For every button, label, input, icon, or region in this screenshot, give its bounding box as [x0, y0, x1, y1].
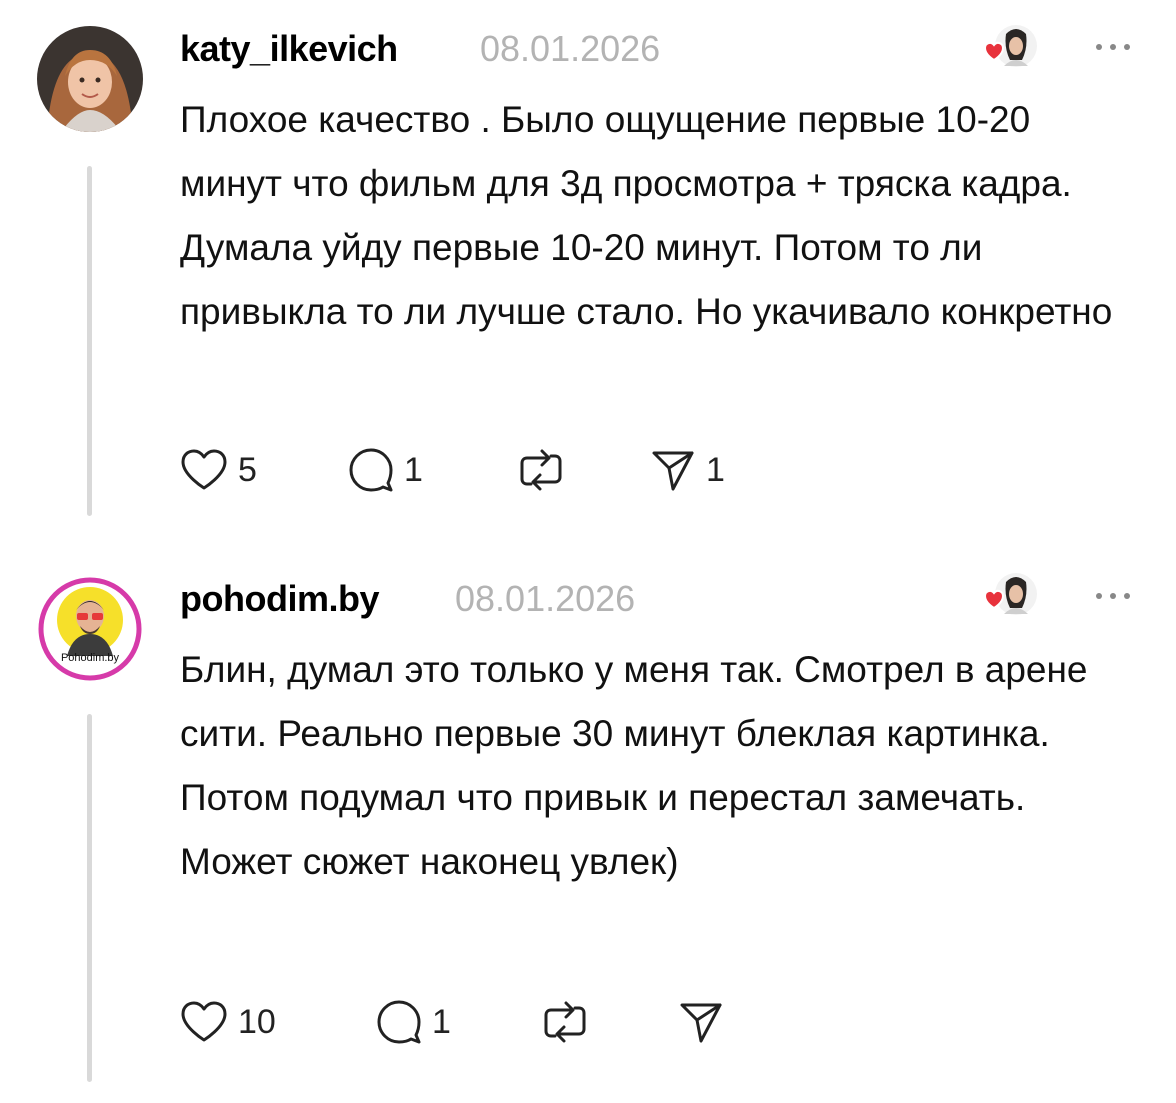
- username[interactable]: pohodim.by: [180, 578, 379, 620]
- share-count: 1: [706, 450, 725, 489]
- repost-button[interactable]: [518, 445, 574, 495]
- avatar-label: Pohodim.by: [60, 652, 120, 664]
- like-button[interactable]: 5: [180, 445, 257, 495]
- avatar-photo: [37, 26, 143, 132]
- liked-by-author-indicator: [970, 22, 1040, 78]
- thread-line: [87, 166, 92, 516]
- repost-button[interactable]: [542, 997, 598, 1047]
- post-text: Плохое качество . Было ощущение первые 1…: [180, 99, 1113, 332]
- send-icon: [652, 451, 694, 491]
- like-count: 10: [238, 1002, 276, 1041]
- send-icon: [680, 1003, 722, 1043]
- like-button[interactable]: 10: [180, 997, 276, 1047]
- username[interactable]: katy_ilkevich: [180, 28, 398, 70]
- post-date: 08.01.2026: [455, 578, 636, 619]
- post-text: Блин, думал это только у меня так. Смотр…: [180, 649, 1088, 882]
- reply-count: 1: [404, 450, 423, 489]
- comment-icon: [377, 1000, 421, 1044]
- repost-icon: [544, 1001, 586, 1043]
- heart-icon: [181, 1001, 227, 1042]
- liked-by-author-indicator: [970, 570, 1040, 626]
- avatar[interactable]: [37, 26, 143, 132]
- post-date: 08.01.2026: [480, 28, 661, 69]
- reply-button[interactable]: 1: [348, 445, 423, 495]
- avatar-logo: [38, 577, 142, 681]
- share-button[interactable]: [678, 997, 734, 1047]
- avatar[interactable]: Pohodim.by: [37, 576, 143, 682]
- comment-icon: [349, 448, 393, 492]
- reply-button[interactable]: 1: [376, 997, 451, 1047]
- reply-count: 1: [432, 1002, 451, 1041]
- heart-icon: [181, 449, 227, 490]
- like-count: 5: [238, 450, 257, 489]
- share-button[interactable]: 1: [650, 445, 725, 495]
- thread-line: [87, 714, 92, 1082]
- more-options-icon[interactable]: [1093, 37, 1133, 57]
- more-options-icon[interactable]: [1093, 586, 1133, 606]
- repost-icon: [520, 449, 562, 491]
